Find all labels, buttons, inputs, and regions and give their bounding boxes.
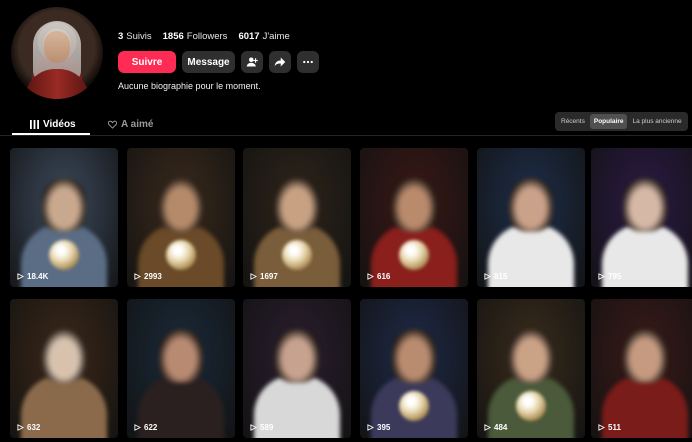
share-button[interactable] <box>269 51 291 73</box>
video-view-count-text: 589 <box>260 423 274 432</box>
video-card[interactable]: 622 <box>127 299 235 438</box>
video-card[interactable]: 632 <box>10 299 118 438</box>
video-view-count-text: 395 <box>377 423 391 432</box>
video-thumbnail-figure-head <box>392 178 436 232</box>
follow-button[interactable]: Suivre <box>118 51 176 73</box>
video-view-count: 589 <box>250 423 273 432</box>
video-thumbnail-figure-head <box>509 178 553 232</box>
play-icon <box>134 424 141 431</box>
profile-stats: 3 Suivis 1856 Followers 6017 J'aime <box>118 31 290 42</box>
sort-popular[interactable]: Populaire <box>589 114 628 129</box>
video-view-count-text: 632 <box>27 423 41 432</box>
share-icon <box>274 57 286 67</box>
video-thumbnail-figure-head <box>509 329 553 383</box>
sort-recent[interactable]: Récents <box>557 114 589 129</box>
video-view-count-text: 511 <box>608 423 621 432</box>
video-card[interactable]: 395 <box>360 299 468 438</box>
video-view-count: 795 <box>598 272 621 281</box>
profile-actions: Suivre Message <box>118 51 319 73</box>
more-icon <box>303 60 313 64</box>
video-thumbnail-figure-head <box>275 178 319 232</box>
video-thumbnail-figure-head <box>42 329 86 383</box>
tab-liked[interactable]: A aimé <box>108 113 153 135</box>
video-thumbnail-figure-head <box>42 178 86 232</box>
video-thumbnail-orb <box>399 240 429 270</box>
add-user-icon <box>246 57 258 67</box>
add-friend-button[interactable] <box>241 51 263 73</box>
video-thumbnail-figure-head <box>159 329 203 383</box>
tab-videos-label: Vidéos <box>43 118 76 130</box>
video-view-count: 632 <box>17 423 40 432</box>
video-view-count: 815 <box>484 272 507 281</box>
video-thumbnail-orb <box>166 240 196 270</box>
play-icon <box>484 424 491 431</box>
video-view-count-text: 616 <box>377 272 391 281</box>
video-view-count-text: 795 <box>608 272 622 281</box>
video-view-count-text: 484 <box>494 423 508 432</box>
video-thumbnail-orb <box>399 391 429 421</box>
tabs-divider <box>0 135 692 136</box>
play-icon <box>484 273 491 280</box>
video-view-count-text: 622 <box>144 423 158 432</box>
video-view-count: 622 <box>134 423 157 432</box>
stat-following[interactable]: 3 Suivis <box>118 31 152 42</box>
play-icon <box>598 273 605 280</box>
video-card[interactable]: 589 <box>243 299 351 438</box>
sort-oldest[interactable]: La plus ancienne <box>628 114 685 129</box>
video-view-count: 511 <box>598 423 621 432</box>
video-view-count: 616 <box>367 272 390 281</box>
stat-followers[interactable]: 1856 Followers <box>163 31 228 42</box>
play-icon <box>598 424 605 431</box>
video-thumbnail-figure-head <box>159 178 203 232</box>
video-view-count-text: 18.4K <box>27 272 49 281</box>
sort-toggle: Récents Populaire La plus ancienne <box>555 112 688 131</box>
video-thumbnail-orb <box>49 240 79 270</box>
video-view-count: 395 <box>367 423 390 432</box>
avatar-face <box>44 31 70 63</box>
video-card[interactable]: 484 <box>477 299 585 438</box>
video-card[interactable]: 2993 <box>127 148 235 287</box>
tab-videos[interactable]: Vidéos <box>30 113 76 135</box>
video-thumbnail-figure-head <box>392 329 436 383</box>
video-thumbnail-orb <box>282 240 312 270</box>
video-card[interactable]: 1697 <box>243 148 351 287</box>
play-icon <box>367 273 374 280</box>
play-icon <box>250 424 257 431</box>
more-options-button[interactable] <box>297 51 319 73</box>
video-view-count: 18.4K <box>17 272 48 281</box>
video-view-count-text: 815 <box>494 272 508 281</box>
video-card[interactable]: 511 <box>591 299 692 438</box>
video-thumbnail-figure-head <box>275 329 319 383</box>
tab-liked-label: A aimé <box>121 118 154 130</box>
video-thumbnail-orb <box>516 391 546 421</box>
video-thumbnail-figure-head <box>623 178 667 232</box>
profile-avatar[interactable] <box>11 7 103 99</box>
message-button[interactable]: Message <box>182 51 235 73</box>
play-icon <box>134 273 141 280</box>
profile-bio: Aucune biographie pour le moment. <box>118 81 261 91</box>
video-view-count: 1697 <box>250 272 278 281</box>
play-icon <box>367 424 374 431</box>
video-view-count-text: 2993 <box>144 272 162 281</box>
video-view-count: 2993 <box>134 272 162 281</box>
video-card[interactable]: 795 <box>591 148 692 287</box>
play-icon <box>17 424 24 431</box>
video-view-count: 484 <box>484 423 507 432</box>
grid-icon <box>30 119 39 129</box>
play-icon <box>17 273 24 280</box>
video-card[interactable]: 815 <box>477 148 585 287</box>
video-thumbnail-figure-head <box>623 329 667 383</box>
stat-likes: 6017 J'aime <box>238 31 290 42</box>
video-view-count-text: 1697 <box>260 272 278 281</box>
play-icon <box>250 273 257 280</box>
video-card[interactable]: 616 <box>360 148 468 287</box>
profile-tabs: Vidéos A aimé <box>0 113 260 135</box>
heart-lock-icon <box>108 120 117 129</box>
video-card[interactable]: 18.4K <box>10 148 118 287</box>
